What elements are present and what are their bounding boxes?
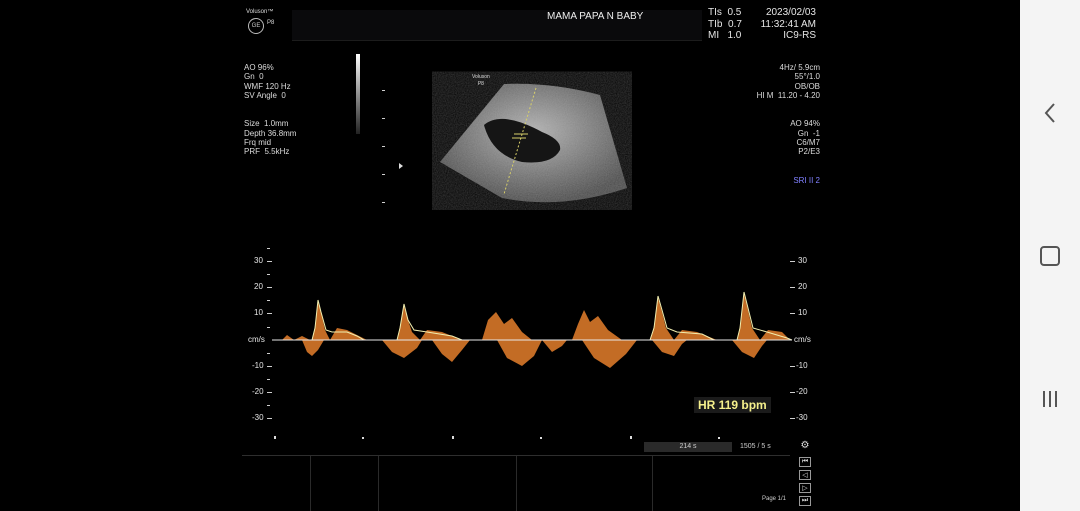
index-value: 0.5 [727, 7, 742, 18]
back-icon[interactable] [1020, 100, 1080, 126]
cine-time-box[interactable]: 214 s [644, 442, 732, 452]
index-label: TIb [708, 18, 723, 30]
velocity-tick-label: -20 [252, 387, 264, 396]
datetime-block: 2023/02/03 11:32:41 AM IC9-RS [742, 7, 816, 42]
velocity-tick-label: 30 [798, 256, 807, 265]
velocity-tick-label: 30 [254, 256, 263, 265]
probe-name: IC9-RS [783, 30, 816, 41]
home-icon[interactable] [1020, 243, 1080, 269]
safety-indices: TIs 0.5 TIb 0.7 MI 1.0 [708, 7, 742, 42]
skip-forward-icon[interactable]: ⏭ [799, 496, 811, 506]
velocity-tick-label: 20 [254, 282, 263, 291]
page-indicator: Page 1/1 [762, 496, 787, 502]
velocity-tick-label: 10 [798, 308, 807, 317]
grayscale-bar [356, 54, 360, 134]
velocity-tick-label: 10 [254, 308, 263, 317]
velocity-tick-label: -10 [252, 361, 264, 370]
ultrasound-screen: Voluson™ GE P8 MAMA PAPA N BABY TIs 0.5 … [242, 0, 822, 511]
sweep-speed: 1505 / 5 s [740, 443, 771, 450]
brand-label: Voluson™ [246, 9, 274, 15]
ge-logo-icon: GE [248, 18, 264, 34]
velocity-tick-label: 20 [798, 282, 807, 291]
velocity-tick-label: -10 [796, 361, 808, 370]
index-value: 1.0 [727, 30, 742, 41]
play-icon[interactable]: ▷ [799, 483, 811, 493]
index-value: 0.7 [728, 18, 742, 30]
velocity-tick-label: -20 [796, 387, 808, 396]
doppler-spectrum [272, 291, 793, 368]
velocity-unit-label: cm/s [248, 335, 265, 344]
doppler-signal [272, 294, 790, 368]
skip-back-icon[interactable]: ⏮ [799, 457, 811, 467]
right-params: 4Hz/ 5.9cm 55°/1.0 OB/OB HI M 11.20 - 4.20 … [712, 44, 820, 204]
velocity-unit-label: cm/s [794, 335, 811, 344]
exam-date: 2023/02/03 [765, 7, 816, 18]
gear-icon[interactable]: ⚙ [799, 440, 811, 451]
left-params: AO 96% Gn 0 WMF 120 Hz SV Angle 0 Size 1.0m… [244, 62, 297, 157]
model-label: P8 [267, 20, 275, 26]
velocity-tick-label: -30 [252, 413, 264, 422]
focus-marker-icon [399, 163, 403, 169]
bmode-image [440, 83, 627, 203]
velocity-tick-label: -30 [796, 413, 808, 422]
index-label: TIs [708, 7, 722, 18]
exam-time: 11:32:41 AM [760, 18, 816, 30]
android-navbar [1020, 0, 1080, 511]
recent-apps-icon[interactable] [1020, 386, 1080, 412]
step-back-icon[interactable]: ◁ [799, 470, 811, 480]
heart-rate-label: HR 119 bpm [694, 397, 771, 413]
patient-name: MAMA PAPA N BABY [547, 11, 644, 22]
sri-label: SRI II 2 [793, 175, 820, 185]
index-label: MI [708, 30, 720, 41]
